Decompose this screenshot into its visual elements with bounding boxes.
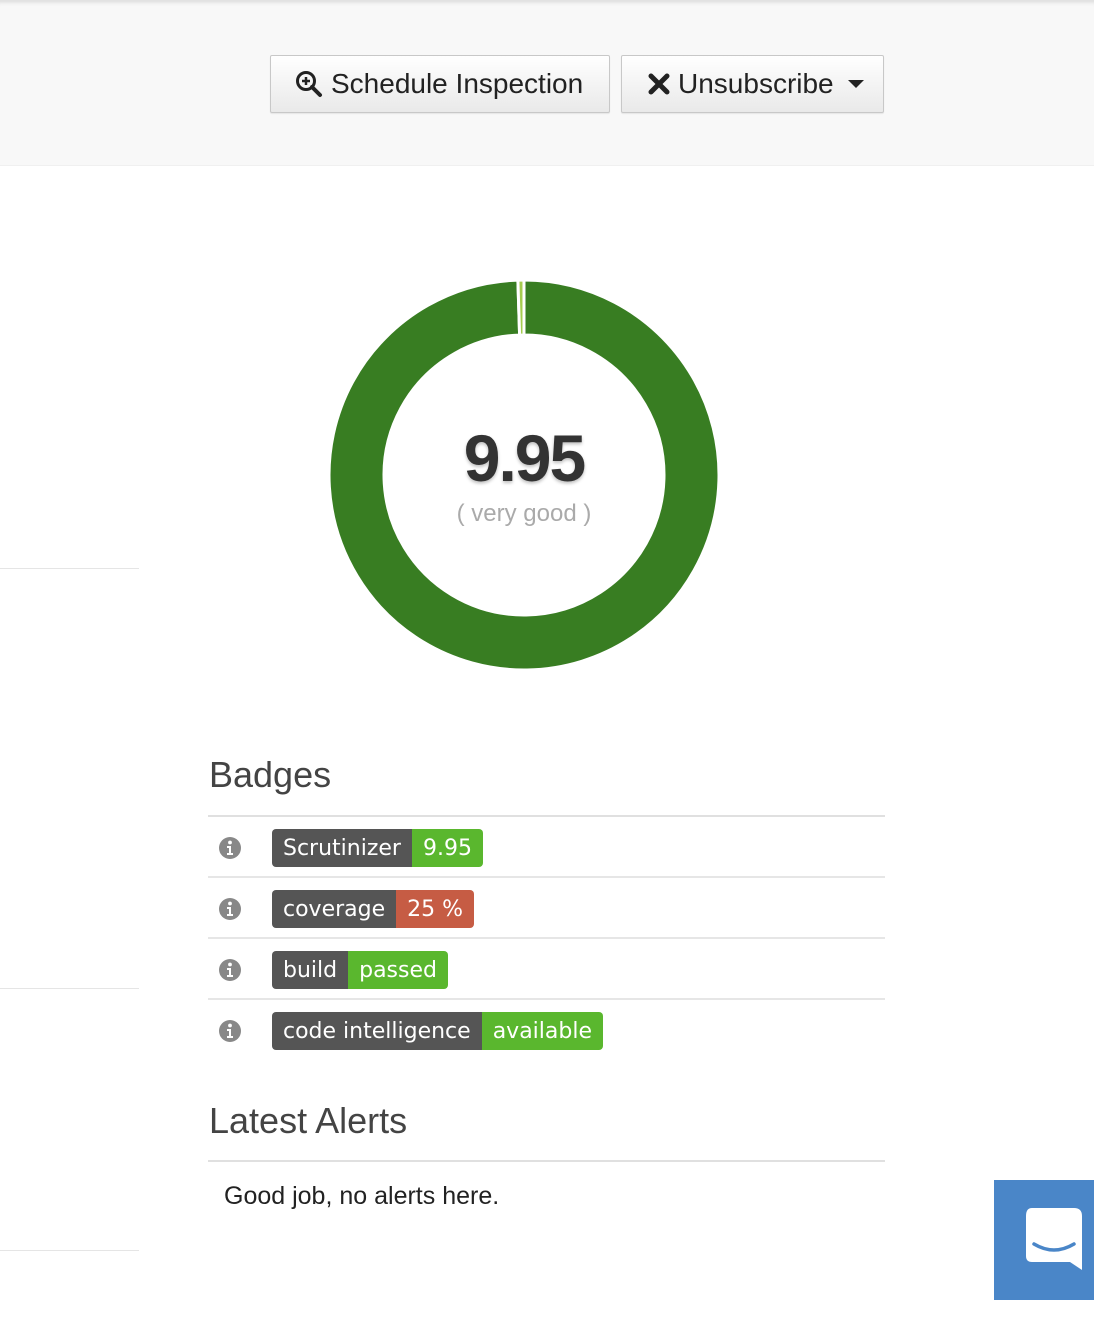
info-icon[interactable] [218, 958, 242, 982]
divider [0, 1250, 139, 1251]
info-icon[interactable] [218, 836, 242, 860]
badge-value: 9.95 [411, 829, 483, 867]
badges-heading: Badges [209, 754, 332, 795]
badge-value: 25 % [396, 890, 475, 928]
schedule-inspection-label: Schedule Inspection [331, 68, 584, 99]
badge-row-build: build passed [208, 939, 885, 1000]
badge-label: Scrutinizer [272, 829, 412, 867]
badge-row-code-intelligence: code intelligence available [208, 1000, 885, 1061]
close-icon [648, 73, 670, 95]
remaining-arc [516, 280, 526, 337]
divider [0, 568, 139, 569]
build-badge[interactable]: build passed [272, 951, 448, 989]
quality-score: 9.95 [463, 421, 586, 495]
chat-icon [1026, 1208, 1082, 1270]
badge-value: passed [348, 951, 448, 989]
alerts-divider [208, 1160, 885, 1162]
schedule-inspection-button[interactable]: Schedule Inspection [270, 55, 610, 113]
zoom-in-icon [296, 71, 322, 97]
badge-label: coverage [272, 890, 397, 928]
quality-score-chart: 9.95 ( very good ) [329, 280, 719, 670]
info-icon[interactable] [218, 897, 242, 921]
unsubscribe-button[interactable]: Unsubscribe [621, 55, 884, 113]
badge-row-coverage: coverage 25 % [208, 878, 885, 939]
no-alerts-message: Good job, no alerts here. [224, 1182, 500, 1210]
badge-row-scrutinizer: Scrutinizer 9.95 [208, 817, 885, 878]
chat-widget-button[interactable] [994, 1180, 1094, 1300]
badge-label: code intelligence [272, 1012, 482, 1050]
coverage-badge[interactable]: coverage 25 % [272, 890, 475, 928]
code-intelligence-badge[interactable]: code intelligence available [272, 1012, 603, 1050]
scrutinizer-badge[interactable]: Scrutinizer 9.95 [272, 829, 483, 867]
unsubscribe-label: Unsubscribe [678, 68, 834, 99]
latest-alerts-heading: Latest Alerts [209, 1100, 408, 1141]
badge-value: available [481, 1012, 603, 1050]
toolbar: Schedule Inspection Unsubscribe [0, 0, 1094, 166]
info-icon[interactable] [218, 1019, 242, 1043]
badge-label: build [272, 951, 349, 989]
divider [0, 988, 139, 989]
chevron-down-icon[interactable] [847, 80, 864, 88]
quality-rating: ( very good ) [456, 500, 592, 527]
